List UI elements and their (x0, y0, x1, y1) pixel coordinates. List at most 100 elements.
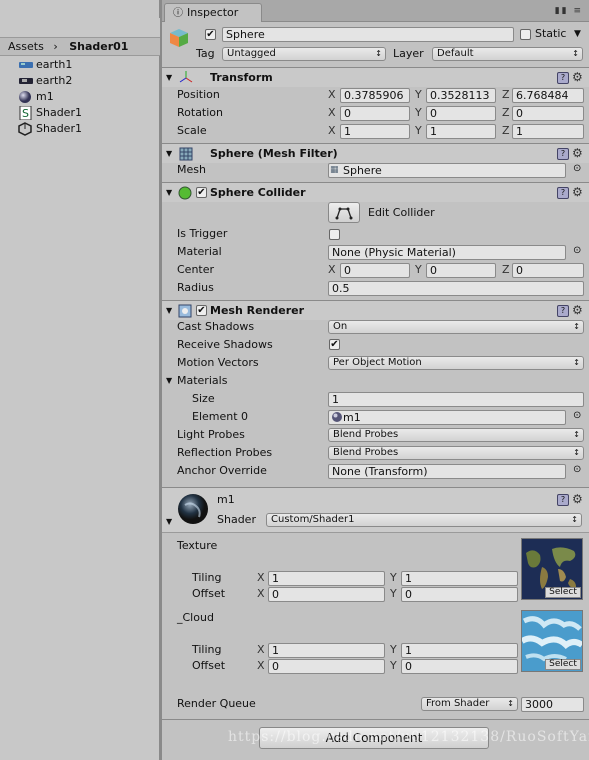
gear-icon[interactable]: ⚙ (572, 146, 583, 160)
asset-shader1-unity[interactable]: Shader1 (18, 121, 82, 137)
object-picker-icon[interactable]: ⊙ (573, 244, 581, 258)
cloud-offset-y-field[interactable]: 0 (401, 659, 518, 674)
sphere-collider-title: Sphere Collider (210, 186, 306, 199)
gear-icon[interactable]: ⚙ (572, 303, 583, 317)
asset-shader1[interactable]: S Shader1 (18, 105, 82, 121)
gear-icon[interactable]: ⚙ (572, 185, 583, 199)
asset-m1[interactable]: m1 (18, 89, 54, 105)
texture-offset-label: Offset (192, 587, 226, 600)
is-trigger-checkbox[interactable] (329, 229, 340, 240)
receive-shadows-label: Receive Shadows (177, 338, 273, 351)
materials-fold-arrow-icon[interactable]: ▼ (166, 374, 172, 388)
center-y-field[interactable]: 0 (426, 263, 496, 278)
axis-x-label: X (328, 88, 336, 101)
shader-label: Shader (217, 513, 256, 526)
position-y-field[interactable]: 0.3528113 (426, 88, 496, 103)
render-queue-field[interactable]: 3000 (521, 697, 584, 712)
radius-field[interactable]: 0.5 (328, 281, 584, 296)
position-x-field[interactable]: 0.3785906 (340, 88, 410, 103)
texture-tiling-x-field[interactable]: 1 (268, 571, 385, 586)
axis-y-label: Y (390, 571, 397, 584)
texture-tiling-label: Tiling (192, 571, 222, 584)
texture-offset-y-field[interactable]: 0 (401, 587, 518, 602)
texture-icon (18, 74, 34, 88)
breadcrumb-assets[interactable]: Assets (8, 40, 44, 53)
scale-y-field[interactable]: 1 (426, 124, 496, 139)
cloud-label: _Cloud (177, 611, 214, 624)
element0-field[interactable]: m1 (328, 410, 566, 425)
gear-icon[interactable]: ⚙ (572, 492, 583, 506)
cloud-tiling-y-field[interactable]: 1 (401, 643, 518, 658)
receive-shadows-checkbox[interactable]: ✔ (329, 339, 340, 350)
help-icon[interactable]: ? (557, 494, 569, 506)
object-picker-icon[interactable]: ⊙ (573, 409, 581, 423)
scale-z-field[interactable]: 1 (512, 124, 584, 139)
materials-label: Materials (177, 374, 228, 387)
sphere-collider-header[interactable]: ▼ ✔ Sphere Collider ? ⚙ (162, 182, 589, 202)
asset-label: Shader1 (36, 122, 82, 135)
fold-arrow-icon[interactable]: ▼ (166, 73, 172, 82)
help-icon[interactable]: ? (557, 148, 569, 160)
mesh-renderer-header[interactable]: ▼ ✔ Mesh Renderer ? ⚙ (162, 300, 589, 320)
scale-x-field[interactable]: 1 (340, 124, 410, 139)
center-x-field[interactable]: 0 (340, 263, 410, 278)
rotation-y-field[interactable]: 0 (426, 106, 496, 121)
help-icon[interactable]: ? (557, 305, 569, 317)
gear-icon[interactable]: ⚙ (572, 70, 583, 84)
materials-size-field[interactable]: 1 (328, 392, 584, 407)
fold-arrow-icon[interactable]: ▼ (166, 306, 172, 315)
axis-y-label: Y (415, 88, 422, 101)
texture-select-button[interactable]: Select (545, 587, 581, 598)
shader-dropdown[interactable]: Custom/Shader1 (266, 513, 582, 527)
object-picker-icon[interactable]: ⊙ (573, 463, 581, 477)
cloud-thumbnail[interactable]: Select (520, 610, 584, 672)
reflection-probes-dropdown[interactable]: Blend Probes (328, 446, 584, 460)
light-probes-label: Light Probes (177, 428, 245, 441)
layer-dropdown[interactable]: Default (432, 47, 583, 61)
light-probes-dropdown[interactable]: Blend Probes (328, 428, 584, 442)
physic-material-field[interactable]: None (Physic Material) (328, 245, 566, 260)
render-queue-dropdown[interactable]: From Shader (421, 697, 518, 711)
fold-arrow-icon[interactable]: ▼ (166, 149, 172, 158)
tag-dropdown[interactable]: Untagged (222, 47, 386, 61)
cast-shadows-dropdown[interactable]: On (328, 320, 584, 334)
collider-enabled-checkbox[interactable]: ✔ (196, 187, 207, 198)
center-z-field[interactable]: 0 (512, 263, 584, 278)
mesh-renderer-icon (178, 304, 192, 318)
fold-arrow-icon[interactable]: ▼ (166, 188, 172, 197)
tab-inspector[interactable]: ⓘ Inspector (164, 3, 262, 22)
static-checkbox[interactable] (520, 29, 531, 40)
cloud-tiling-x-field[interactable]: 1 (268, 643, 385, 658)
axis-x-label: X (328, 263, 336, 276)
svg-text:S: S (22, 107, 29, 120)
object-name-field[interactable]: Sphere (222, 27, 514, 42)
material-fold-arrow-icon[interactable]: ▼ (166, 515, 172, 529)
texture-tiling-y-field[interactable]: 1 (401, 571, 518, 586)
texture-offset-x-field[interactable]: 0 (268, 587, 385, 602)
add-component-separator (162, 719, 589, 720)
motion-vectors-dropdown[interactable]: Per Object Motion (328, 356, 584, 370)
help-icon[interactable]: ? (557, 72, 569, 84)
anchor-override-field[interactable]: None (Transform) (328, 464, 566, 479)
mesh-object-field[interactable]: Sphere (328, 163, 566, 178)
transform-header[interactable]: ▼ Transform ? ⚙ (162, 67, 589, 87)
cloud-offset-x-field[interactable]: 0 (268, 659, 385, 674)
help-icon[interactable]: ? (557, 187, 569, 199)
rotation-z-field[interactable]: 0 (512, 106, 584, 121)
renderer-enabled-checkbox[interactable]: ✔ (196, 305, 207, 316)
asset-earth2[interactable]: earth2 (18, 73, 72, 89)
asset-earth1[interactable]: earth1 (18, 57, 72, 73)
mesh-filter-header[interactable]: ▼ Sphere (Mesh Filter) ? ⚙ (162, 143, 589, 163)
tab-menu-icon[interactable]: ▮▮ ≡ (555, 6, 583, 16)
rotation-x-field[interactable]: 0 (340, 106, 410, 121)
position-z-field[interactable]: 6.768484 (512, 88, 584, 103)
axis-y-label: Y (390, 643, 397, 656)
breadcrumb-current[interactable]: Shader01 (69, 40, 128, 53)
texture-thumbnail[interactable]: Select (521, 538, 583, 600)
motion-vectors-label: Motion Vectors (177, 356, 259, 369)
cloud-select-button[interactable]: Select (545, 659, 581, 670)
edit-collider-button[interactable] (328, 202, 360, 223)
active-checkbox[interactable]: ✔ (205, 29, 216, 40)
static-dropdown-icon[interactable]: ▼ (574, 27, 581, 41)
object-picker-icon[interactable]: ⊙ (573, 162, 581, 176)
